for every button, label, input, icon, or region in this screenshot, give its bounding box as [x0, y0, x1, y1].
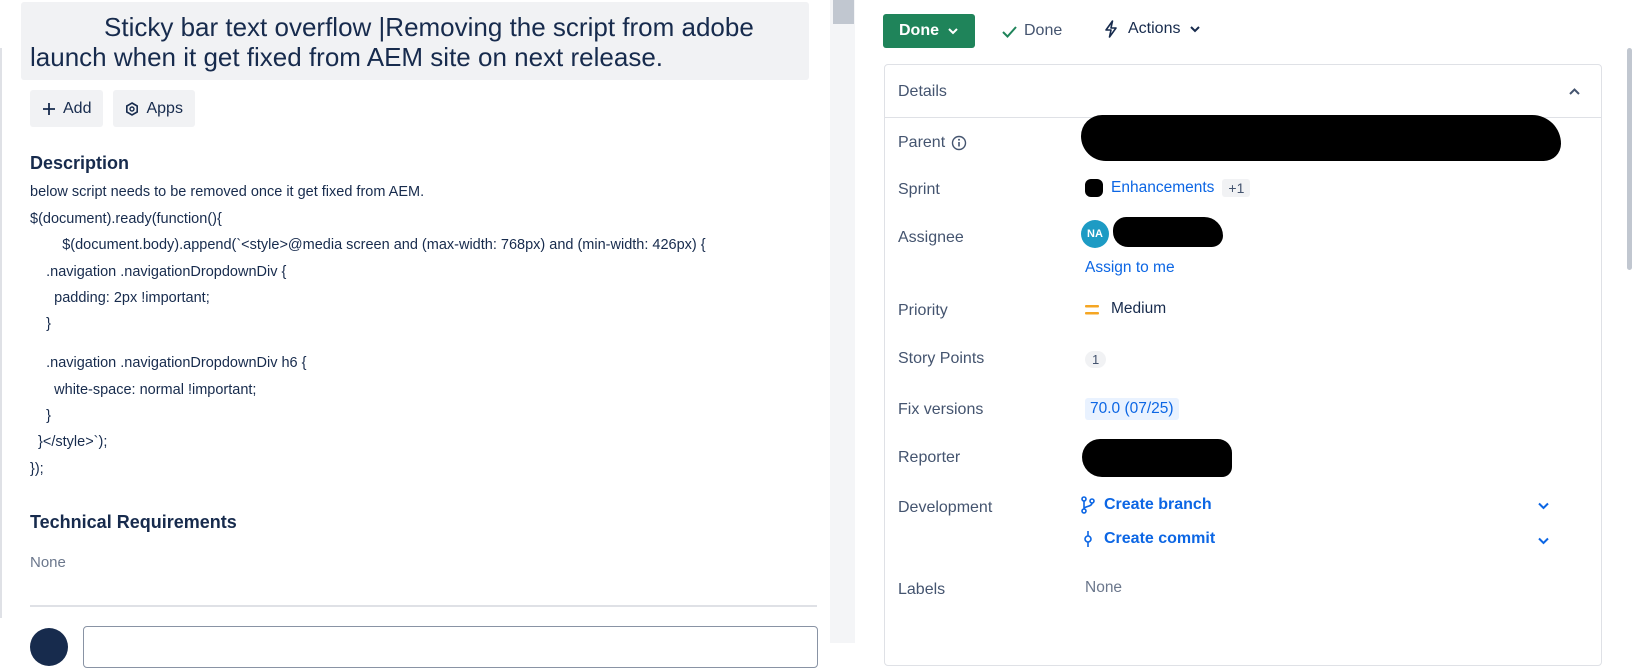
reporter-label: Reporter	[898, 449, 961, 466]
status-button[interactable]: Done	[883, 14, 975, 48]
parent-value-redacted[interactable]	[1081, 115, 1561, 161]
info-icon[interactable]	[951, 135, 967, 151]
development-label: Development	[898, 499, 993, 516]
create-commit-label: Create commit	[1104, 530, 1216, 547]
details-heading: Details	[898, 83, 947, 100]
activity-divider	[30, 605, 817, 607]
assign-to-me-link[interactable]: Assign to me	[1085, 259, 1175, 277]
details-header[interactable]: Details	[885, 65, 1601, 118]
status-button-label: Done	[899, 22, 939, 39]
left-border	[0, 48, 2, 618]
apps-button[interactable]: Apps	[113, 90, 195, 127]
actions-button[interactable]: Actions	[1103, 20, 1201, 38]
add-button[interactable]: Add	[30, 90, 104, 127]
labels-value[interactable]: None	[1085, 579, 1122, 597]
chevron-down-icon[interactable]	[1537, 534, 1550, 547]
pane-scrollbar-thumb[interactable]	[833, 0, 854, 24]
chevron-down-icon[interactable]	[1537, 499, 1550, 512]
description-line: });	[30, 461, 44, 477]
priority-label: Priority	[898, 302, 948, 319]
description-line: padding: 2px !important;	[30, 290, 210, 306]
technical-requirements-heading: Technical Requirements	[30, 512, 237, 532]
issue-main-pane: Sticky bar text overflow |Removing the s…	[0, 0, 820, 668]
chevron-down-icon	[948, 28, 958, 35]
description-line: .navigation .navigationDropdownDiv {	[30, 264, 287, 280]
details-panel: Details Parent Sprint Enhancements +1 As…	[884, 64, 1602, 666]
description-line: }	[30, 316, 51, 332]
labels-label: Labels	[898, 581, 946, 598]
assignee-name-redacted[interactable]	[1113, 217, 1223, 247]
story-points-value[interactable]: 1	[1085, 351, 1107, 368]
apps-button-label: Apps	[146, 99, 183, 117]
sprint-prefix-redacted	[1085, 179, 1103, 197]
description-line: below script needs to be removed once it…	[30, 184, 425, 200]
description-line: .navigation .navigationDropdownDiv h6 {	[30, 355, 307, 371]
description-line: white-space: normal !important;	[30, 382, 257, 398]
issue-title: Sticky bar text overflow |Removing the s…	[30, 12, 754, 72]
create-commit-button[interactable]: Create commit	[1080, 530, 1215, 548]
description-line: $(document.body).append(`<style>@media s…	[30, 237, 706, 253]
create-branch-label: Create branch	[1104, 496, 1212, 513]
description-line: }	[30, 408, 51, 424]
parent-label-text: Parent	[898, 134, 946, 151]
add-button-label: Add	[63, 99, 92, 117]
assignee-label: Assignee	[898, 229, 964, 246]
description-line: $(document).ready(function(){	[30, 211, 222, 227]
chevron-down-icon	[1190, 26, 1201, 33]
chevron-up-icon[interactable]	[1568, 85, 1581, 98]
priority-value[interactable]: Medium	[1111, 300, 1166, 318]
create-branch-button[interactable]: Create branch	[1080, 496, 1212, 514]
sprint-label: Sprint	[898, 181, 940, 198]
technical-requirements-value[interactable]: None	[30, 554, 66, 571]
fix-versions-label: Fix versions	[898, 401, 984, 418]
issue-title-field[interactable]: Sticky bar text overflow |Removing the s…	[21, 2, 809, 80]
apps-icon	[126, 101, 139, 116]
fix-version-tag[interactable]: 70.0 (07/25)	[1085, 398, 1179, 420]
description-heading: Description	[30, 153, 130, 173]
resolution-label: Done	[1024, 22, 1063, 39]
avatar	[30, 628, 68, 666]
check-icon	[1002, 25, 1017, 38]
parent-label: Parent	[898, 134, 967, 152]
actions-label: Actions	[1128, 20, 1181, 37]
story-points-label: Story Points	[898, 350, 985, 367]
comment-input[interactable]	[83, 626, 818, 668]
sprint-value[interactable]: Enhancements +1	[1085, 179, 1251, 197]
sprint-more-badge[interactable]: +1	[1222, 179, 1251, 197]
plus-icon	[43, 102, 55, 115]
resolution-indicator: Done	[1001, 22, 1062, 40]
lightning-icon	[1105, 20, 1117, 38]
reporter-value-redacted[interactable]	[1082, 439, 1232, 477]
issue-sidebar: Done Done Actions Details Parent Sprint …	[855, 0, 1633, 666]
commit-icon	[1084, 531, 1092, 547]
priority-medium-icon	[1085, 305, 1099, 315]
sidebar-scrollbar-thumb[interactable]	[1627, 48, 1632, 270]
issue-toolbar: Add Apps	[30, 90, 195, 127]
pane-scrollbar[interactable]	[830, 0, 855, 643]
sprint-link[interactable]: Enhancements	[1111, 179, 1214, 197]
description-line: }</style>`);	[30, 434, 108, 450]
assignee-avatar[interactable]: NA	[1081, 220, 1109, 248]
branch-icon	[1081, 496, 1095, 514]
